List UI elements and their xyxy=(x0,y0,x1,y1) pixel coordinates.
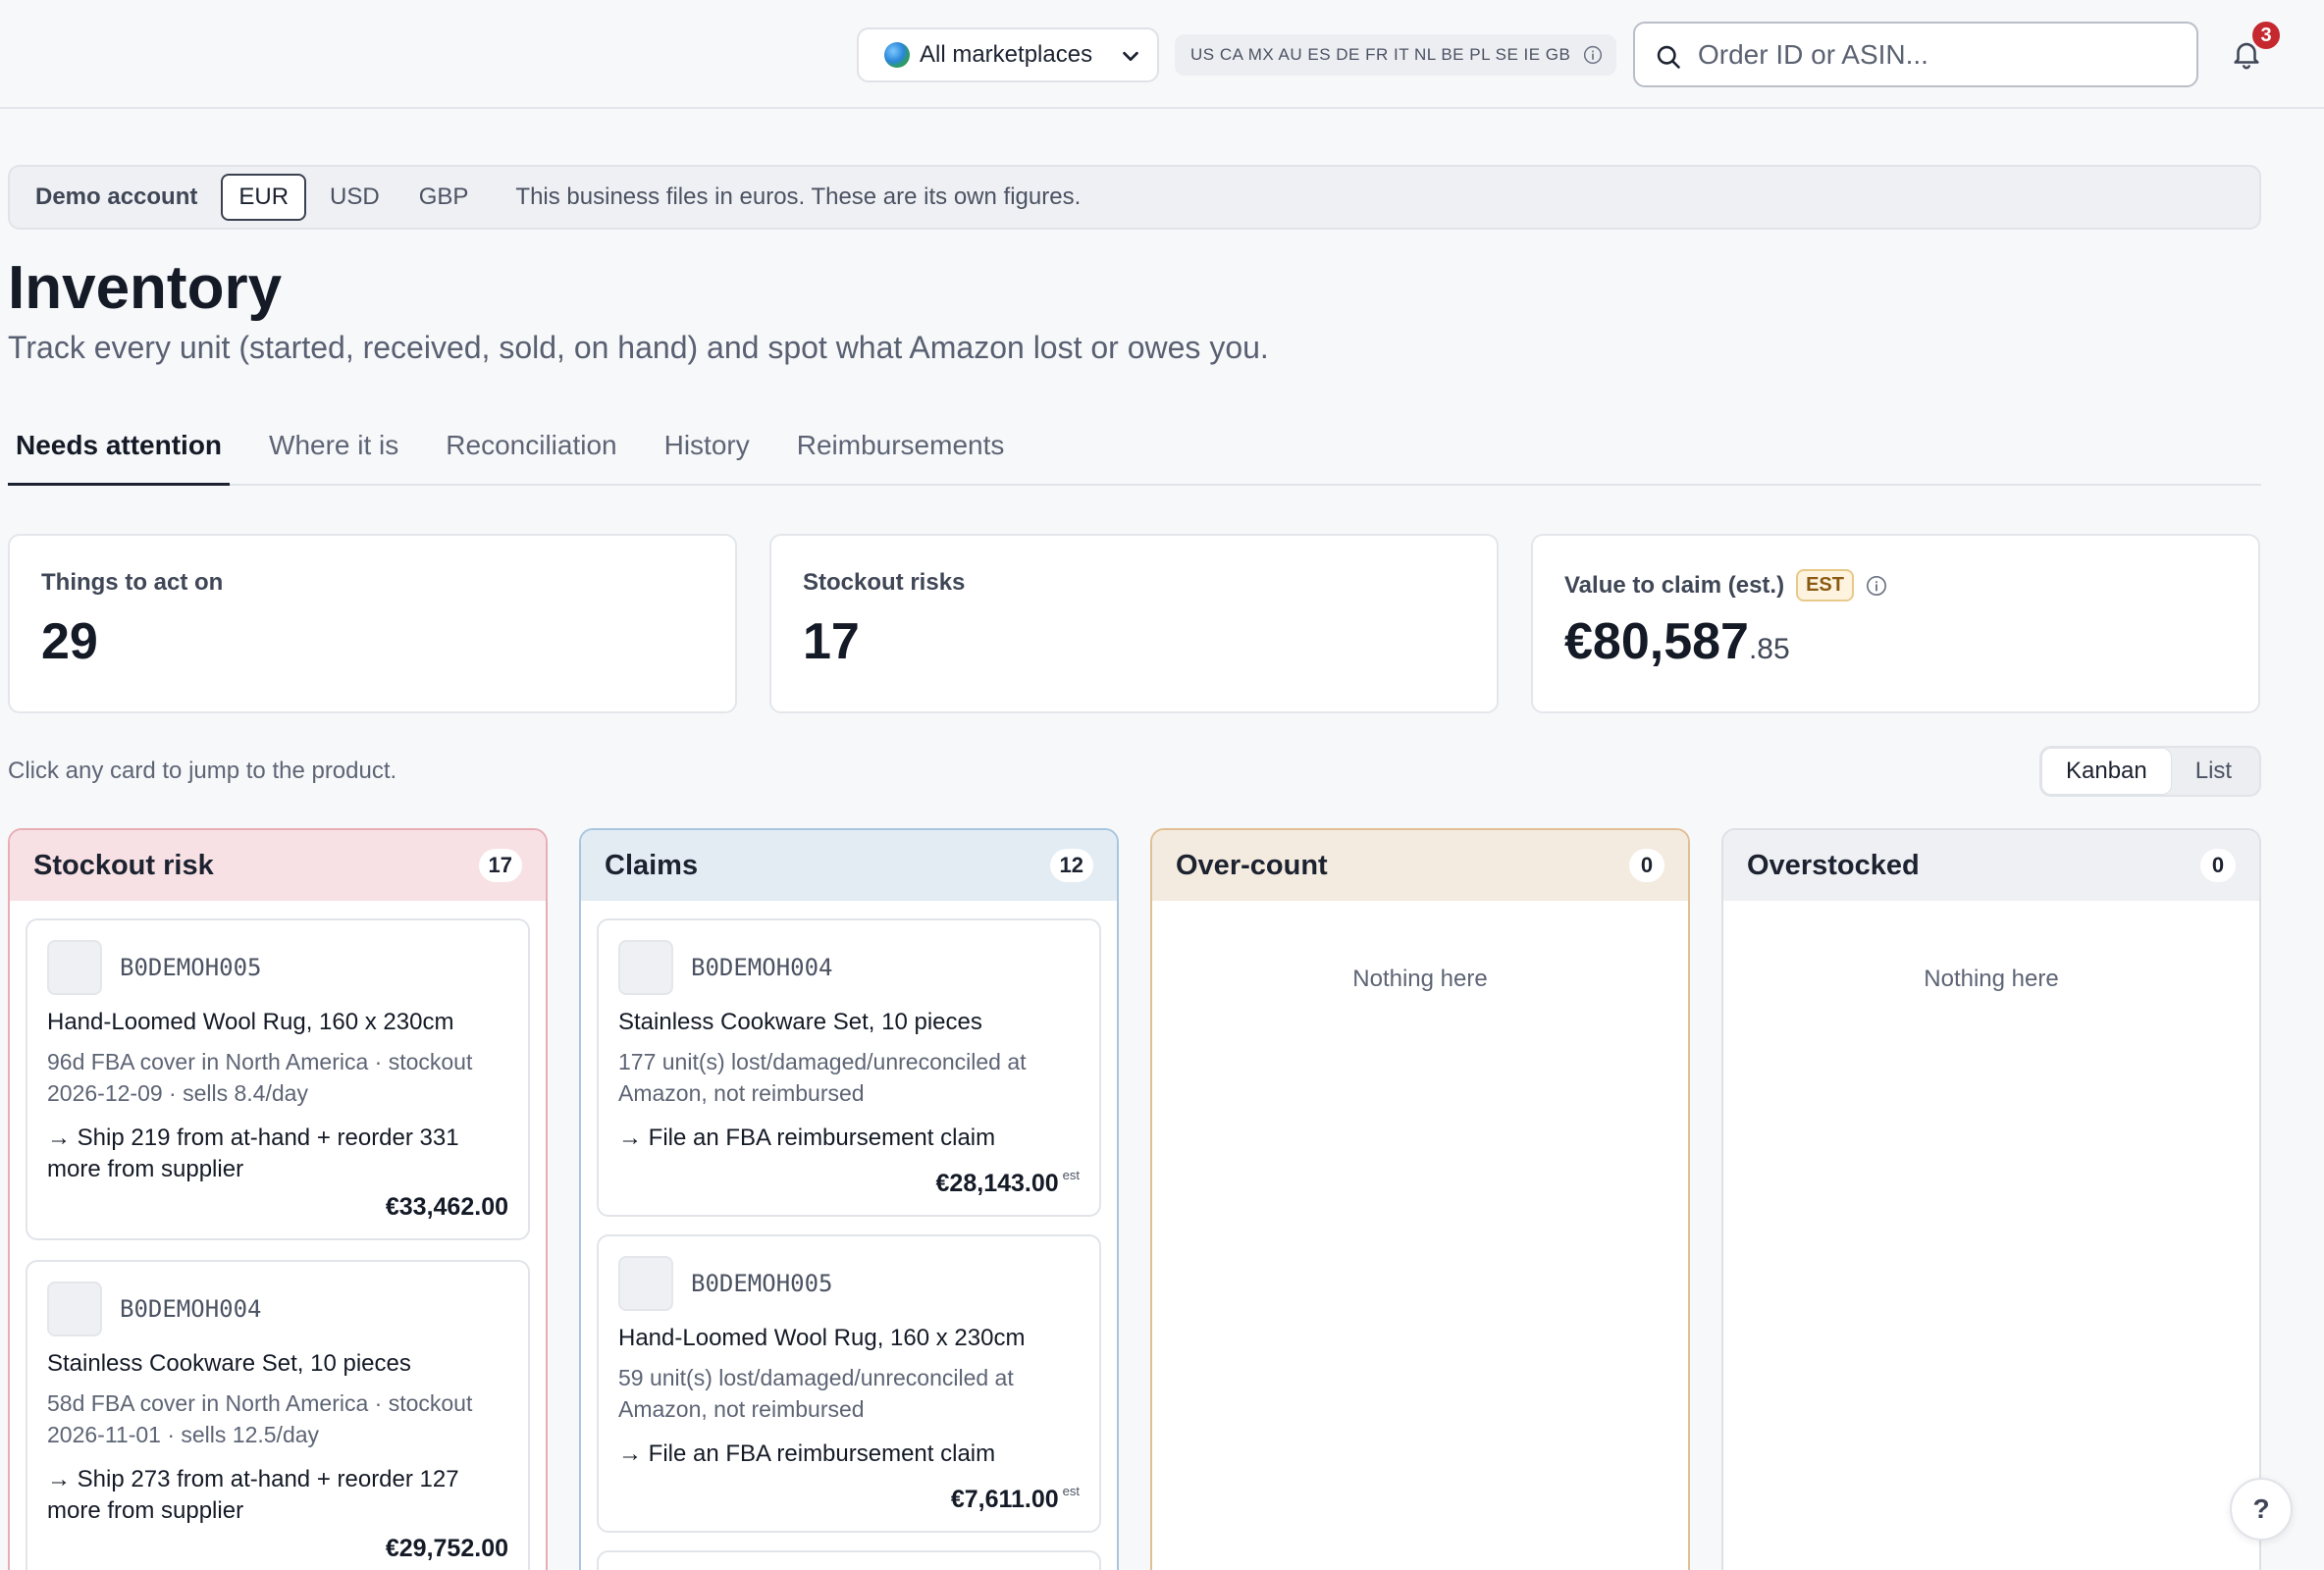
product-action: → File an FBA reimbursement claim xyxy=(618,1125,996,1151)
tab-reimbursements[interactable]: Reimbursements xyxy=(789,412,1013,486)
page-title: Inventory xyxy=(8,254,283,322)
tab-history[interactable]: History xyxy=(657,412,758,486)
marketplace-codes: US CA MX AU ES DE FR IT NL BE PL SE IE G… xyxy=(1175,34,1616,76)
info-icon[interactable] xyxy=(1866,575,1887,597)
product-asin: B0DEMOH004 xyxy=(691,954,833,981)
tab-bar: Needs attention Where it is Reconciliati… xyxy=(8,412,2261,486)
product-card[interactable]: B0DEMOH004 Stainless Cookware Set, 10 pi… xyxy=(26,1260,530,1570)
search-box[interactable] xyxy=(1633,22,2198,87)
search-input[interactable] xyxy=(1698,38,2169,71)
help-button[interactable]: ? xyxy=(2230,1478,2293,1541)
marketplace-select[interactable]: All marketplaces xyxy=(857,27,1159,82)
product-action: → Ship 219 from at-hand + reorder 331 mo… xyxy=(47,1125,459,1182)
product-amount: €7,611.00 xyxy=(950,1486,1059,1513)
column-title: Over-count xyxy=(1176,849,1328,881)
est-marker: est xyxy=(1062,1484,1080,1498)
stat-label: Things to act on xyxy=(41,569,224,596)
product-asin: B0DEMOH005 xyxy=(120,954,262,981)
column-header: Stockout risk 17 xyxy=(10,830,546,901)
stat-value: €80,587.85 xyxy=(1564,612,1790,671)
est-marker: est xyxy=(1062,1168,1080,1182)
hint-text: Click any card to jump to the product. xyxy=(8,758,397,784)
stat-label: Stockout risks xyxy=(803,569,966,596)
view-kanban-button[interactable]: Kanban xyxy=(2041,748,2172,795)
column-header: Claims 12 xyxy=(581,830,1117,901)
stat-value: 29 xyxy=(41,613,98,670)
product-thumbnail xyxy=(618,940,673,995)
stat-label: Value to claim (est.) xyxy=(1564,571,1785,599)
column-count: 0 xyxy=(2200,849,2236,882)
currency-gbp[interactable]: GBP xyxy=(403,176,485,219)
stat-card-stockout: Stockout risks 17 xyxy=(769,534,1499,713)
stat-card-things: Things to act on 29 xyxy=(8,534,737,713)
product-card[interactable]: B0DEMOH005 Hand-Loomed Wool Rug, 160 x 2… xyxy=(26,918,530,1240)
tab-where-it-is[interactable]: Where it is xyxy=(261,412,406,486)
stat-value-main: €80,587 xyxy=(1564,613,1749,670)
product-desc: 58d FBA cover in North America · stockou… xyxy=(47,1390,473,1447)
globe-icon xyxy=(884,42,910,68)
column-header: Over-count 0 xyxy=(1152,830,1688,901)
stat-value: 17 xyxy=(803,613,860,670)
column-header: Overstocked 0 xyxy=(1723,830,2259,901)
tab-reconciliation[interactable]: Reconciliation xyxy=(438,412,624,486)
chevron-down-icon xyxy=(1123,51,1138,62)
product-name: Stainless Cookware Set, 10 pieces xyxy=(618,1009,982,1035)
product-desc: 96d FBA cover in North America · stockou… xyxy=(47,1049,473,1106)
view-toggle: Kanban List xyxy=(2039,746,2261,797)
currency-eur[interactable]: EUR xyxy=(221,174,307,221)
product-action: → Ship 273 from at-hand + reorder 127 mo… xyxy=(47,1466,459,1524)
product-name: Hand-Loomed Wool Rug, 160 x 230cm xyxy=(618,1325,1026,1351)
marketplace-codes-text: US CA MX AU ES DE FR IT NL BE PL SE IE G… xyxy=(1190,45,1571,64)
notification-badge[interactable]: 3 xyxy=(2250,20,2282,51)
column-count: 17 xyxy=(478,849,522,882)
search-icon xyxy=(1657,45,1680,69)
column-title: Claims xyxy=(605,849,699,881)
product-name: Stainless Cookware Set, 10 pieces xyxy=(47,1350,411,1377)
product-card[interactable]: B0DEMOH005 Hand-Loomed Wool Rug, 160 x 2… xyxy=(597,1234,1101,1533)
info-icon[interactable] xyxy=(1583,45,1603,65)
product-amount-row: €7,611.00 est xyxy=(951,1484,1080,1514)
product-amount: €33,462.00 xyxy=(385,1193,508,1221)
marketplace-select-label: All marketplaces xyxy=(920,41,1093,68)
product-asin: B0DEMOH005 xyxy=(691,1270,833,1297)
account-note: This business files in euros. These are … xyxy=(515,183,1082,210)
product-thumbnail xyxy=(618,1256,673,1311)
product-desc: 177 unit(s) lost/damaged/unreconciled at… xyxy=(618,1049,1027,1106)
product-amount: €29,752.00 xyxy=(385,1535,508,1562)
kanban-column-overcount: Over-count 0 Nothing here xyxy=(1150,828,1690,1570)
stat-value-cents: .85 xyxy=(1748,633,1790,665)
view-list-button[interactable]: List xyxy=(2172,748,2255,795)
account-label: Demo account xyxy=(35,183,198,210)
page-subtitle: Track every unit (started, received, sol… xyxy=(8,330,1269,365)
product-thumbnail xyxy=(47,1282,102,1336)
currency-usd[interactable]: USD xyxy=(314,176,396,219)
column-count: 12 xyxy=(1049,849,1093,882)
product-desc: 59 unit(s) lost/damaged/unreconciled at … xyxy=(618,1365,1014,1422)
product-amount-row: €28,143.00 est xyxy=(936,1168,1080,1198)
product-thumbnail xyxy=(47,940,102,995)
product-amount: €28,143.00 xyxy=(935,1170,1059,1197)
column-title: Overstocked xyxy=(1747,849,1920,881)
kanban-column-stockout: Stockout risk 17 B0DEMOH005 Hand-Loomed … xyxy=(8,828,548,1570)
top-bar: All marketplaces US CA MX AU ES DE FR IT… xyxy=(0,0,2324,109)
empty-state: Nothing here xyxy=(1924,966,2059,992)
stat-label-row: Value to claim (est.) EST xyxy=(1564,569,1887,602)
kanban-column-claims: Claims 12 B0DEMOH004 Stainless Cookware … xyxy=(579,828,1119,1570)
product-action: → File an FBA reimbursement claim xyxy=(618,1440,996,1467)
tab-needs-attention[interactable]: Needs attention xyxy=(8,412,231,486)
product-card[interactable]: B0DEMOH004 Stainless Cookware Set, 10 pi… xyxy=(597,918,1101,1217)
column-title: Stockout risk xyxy=(33,849,214,881)
product-card[interactable] xyxy=(597,1550,1101,1570)
stat-card-claim-value: Value to claim (est.) EST €80,587.85 xyxy=(1531,534,2260,713)
est-badge: EST xyxy=(1796,569,1854,602)
column-count: 0 xyxy=(1629,849,1664,882)
account-bar: Demo account EUR USD GBP This business f… xyxy=(8,165,2261,230)
empty-state: Nothing here xyxy=(1352,966,1488,992)
product-asin: B0DEMOH004 xyxy=(120,1295,262,1323)
kanban-column-overstocked: Overstocked 0 Nothing here xyxy=(1721,828,2261,1570)
product-name: Hand-Loomed Wool Rug, 160 x 230cm xyxy=(47,1009,454,1035)
